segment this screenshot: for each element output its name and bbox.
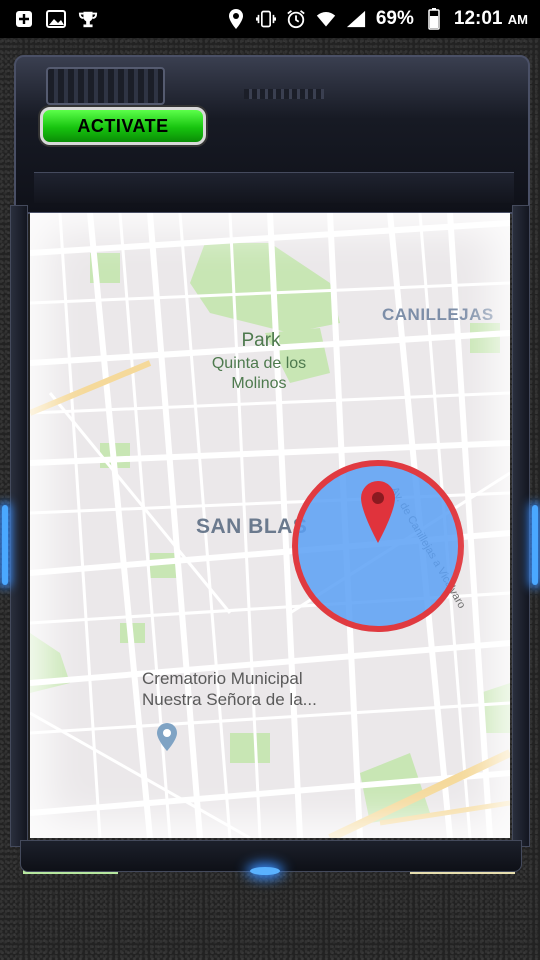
- vibrate-icon: [255, 9, 276, 29]
- location-icon: [226, 9, 246, 29]
- image-icon: [46, 9, 66, 29]
- trophy-icon: [78, 9, 98, 29]
- clock-ampm: AM: [507, 12, 528, 27]
- vent-grille: [46, 67, 165, 105]
- glow-light-left: [2, 505, 8, 585]
- activate-button[interactable]: ACTIVATE: [40, 107, 206, 145]
- clock-time: 12:01: [453, 8, 503, 29]
- signal-icon: [346, 9, 366, 29]
- frame-ledge: [34, 172, 514, 203]
- map-label-crematorio: Crematorio Municipal Nuestra Señora de l…: [142, 669, 317, 709]
- map-label-quinta: Quinta de los Molinos: [211, 355, 307, 392]
- wifi-icon: [316, 9, 336, 29]
- status-bar: 69% 12:01 AM: [0, 0, 540, 38]
- frame-side-left: [10, 205, 28, 847]
- glow-light-right: [532, 505, 538, 585]
- alarm-icon: [286, 9, 306, 29]
- clock: 12:01 AM: [454, 8, 528, 30]
- frame-side-right: [512, 205, 530, 847]
- plus-box-icon: [14, 9, 34, 29]
- map-label-park: Park: [241, 330, 281, 351]
- map-label-san-blas: SAN BLAS: [196, 515, 308, 538]
- vent-grille-small: [244, 89, 324, 99]
- map-label-canillejas: CANILLEJAS: [382, 305, 494, 324]
- battery-percent: 69%: [375, 8, 414, 29]
- map-view[interactable]: Park Quinta de los Molinos CANILLEJAS SA…: [30, 213, 510, 838]
- glow-light-bottom: [250, 867, 280, 875]
- battery-icon: [424, 8, 444, 30]
